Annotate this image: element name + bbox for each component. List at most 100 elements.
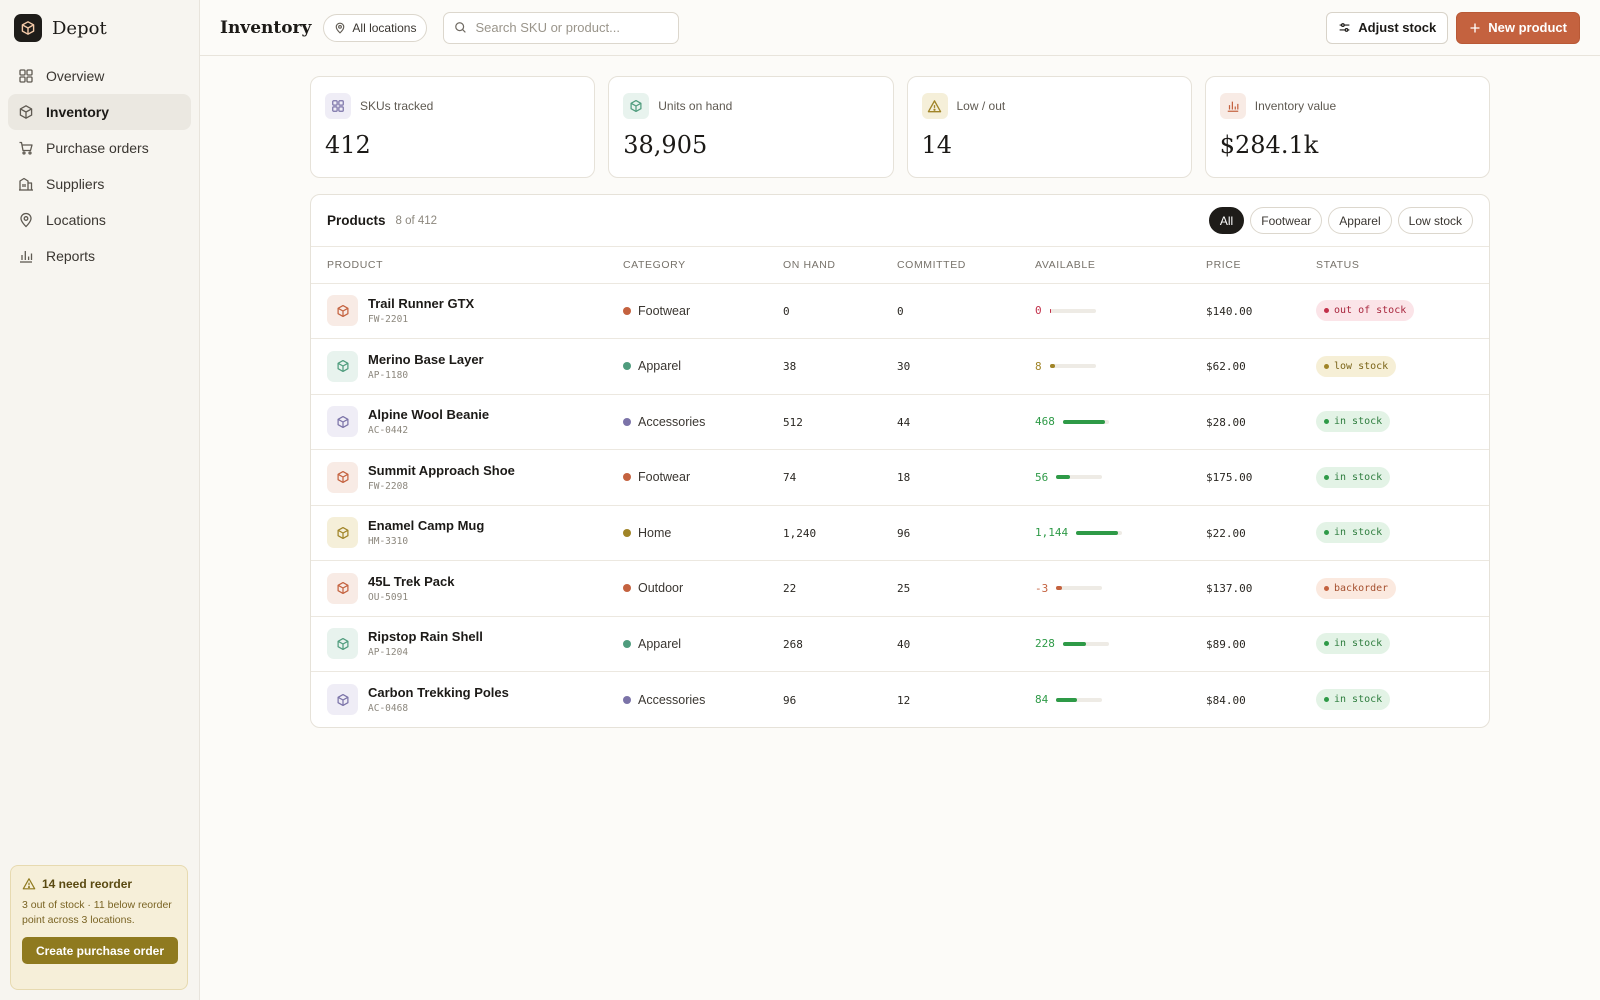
table-row[interactable]: Enamel Camp Mug HM-3310 Home 1,240 96 1,144 $2… (311, 505, 1489, 561)
table-row[interactable]: Alpine Wool Beanie AC-0442 Accessories 512 4… (311, 394, 1489, 450)
product-name[interactable]: Enamel Camp Mug (368, 518, 484, 533)
product-name[interactable]: Merino Base Layer (368, 352, 484, 367)
column-header-committed[interactable]: COMMITTED (897, 247, 1035, 284)
stat-card-value: Inventory value $284.1k (1204, 76, 1490, 178)
cell-category: Accessories (623, 672, 783, 728)
table-row[interactable]: Merino Base Layer AP-1180 Apparel 38 30 8 $62.… (311, 338, 1489, 395)
warning-icon (921, 93, 948, 119)
available-indicator: -3 (1035, 582, 1206, 595)
price-value: $28.00 (1206, 415, 1246, 429)
grid-icon (325, 93, 351, 119)
stat-card-low-out: Low / out 14 (906, 76, 1192, 178)
cell-available: -3 (1035, 560, 1206, 617)
filter-chip-low-stock[interactable]: Low stock (1397, 207, 1473, 234)
table-header-row: PRODUCT CATEGORY ON HAND COMMITTED AVAIL… (311, 247, 1489, 284)
product-info: Ripstop Rain Shell AP-1204 (327, 628, 623, 660)
status-badge: low stock (1316, 355, 1397, 377)
cell-on-hand: 512 (783, 394, 897, 450)
sidebar-item-suppliers[interactable]: Suppliers (8, 166, 191, 202)
cell-product: Merino Base Layer AP-1180 (311, 338, 623, 395)
cell-on-hand: 74 (783, 449, 897, 506)
available-bar (1049, 364, 1096, 369)
available-bar (1056, 697, 1103, 702)
column-header-status[interactable]: STATUS (1316, 247, 1489, 284)
cell-status: in stock (1316, 394, 1489, 450)
column-header-available[interactable]: AVAILABLE (1035, 247, 1206, 284)
sidebar-item-inventory[interactable]: Inventory (8, 94, 191, 130)
committed-value: 25 (897, 582, 911, 596)
sidebar-item-reports[interactable]: Reports (8, 238, 191, 274)
status-dot (1324, 641, 1329, 647)
available-bar (1062, 419, 1109, 424)
product-name[interactable]: Trail Runner GTX (368, 296, 474, 311)
sidebar-item-overview[interactable]: Overview (8, 58, 191, 94)
stat-card-skus: SKUs tracked 412 (310, 76, 596, 178)
create-purchase-order-button[interactable]: Create purchase order (22, 937, 178, 964)
available-indicator: 8 (1035, 360, 1206, 373)
category-label: Accessories (623, 693, 783, 707)
page-title: Inventory (220, 17, 312, 38)
sidebar-item-label: Purchase orders (46, 140, 149, 156)
cell-status: backorder (1316, 560, 1489, 617)
product-info: Enamel Camp Mug HM-3310 (327, 517, 623, 549)
cell-product: 45L Trek Pack OU-5091 (311, 560, 623, 617)
product-sku: HM-3310 (368, 536, 409, 548)
table-row[interactable]: Ripstop Rain Shell AP-1204 Apparel 268 40 228… (311, 616, 1489, 672)
category-label: Home (623, 526, 783, 540)
status-dot (1324, 585, 1329, 591)
category-dot (623, 417, 631, 426)
products-panel: Products 8 of 412 All Footwear Apparel L… (310, 194, 1490, 728)
sidebar-item-locations[interactable]: Locations (8, 202, 191, 238)
category-label: Footwear (623, 470, 783, 484)
category-text: Footwear (638, 470, 691, 485)
category-label: Accessories (623, 415, 783, 429)
sidebar-item-purchase-orders[interactable]: Purchase orders (8, 130, 191, 166)
product-name[interactable]: Carbon Trekking Poles (368, 685, 509, 700)
committed-value: 30 (897, 360, 911, 374)
table-row[interactable]: Carbon Trekking Poles AC-0468 Accessories 9… (311, 672, 1489, 728)
committed-value: 0 (897, 304, 904, 318)
sidebar-item-label: Suppliers (46, 176, 105, 192)
product-info: Trail Runner GTX FW-2201 (327, 295, 623, 327)
product-text: Alpine Wool Beanie AC-0442 (368, 407, 489, 436)
stat-head: Low / out (921, 93, 1177, 119)
table-row[interactable]: Summit Approach Shoe FW-2208 Footwear 74 18 5… (311, 449, 1489, 506)
available-indicator: 228 (1035, 637, 1206, 650)
stat-value: 38,905 (623, 131, 708, 159)
product-name[interactable]: Alpine Wool Beanie (368, 407, 489, 422)
box-icon (327, 295, 358, 327)
product-name[interactable]: Summit Approach Shoe (368, 463, 515, 478)
on-hand-value: 512 (783, 415, 803, 429)
column-header-on-hand[interactable]: ON HAND (783, 247, 897, 284)
search-input[interactable] (475, 20, 666, 35)
filter-chips: All Footwear Apparel Low stock (1208, 207, 1473, 234)
filter-chip-footwear[interactable]: Footwear (1250, 207, 1323, 234)
cell-product: Summit Approach Shoe FW-2208 (311, 449, 623, 506)
table-row[interactable]: Trail Runner GTX FW-2201 Footwear 0 0 0 $140.0… (311, 283, 1489, 339)
location-filter[interactable]: All locations (323, 13, 428, 42)
brand[interactable]: Depot (0, 0, 199, 56)
box-icon (19, 105, 33, 119)
column-header-category[interactable]: CATEGORY (623, 247, 783, 284)
cell-category: Apparel (623, 616, 783, 672)
product-name[interactable]: 45L Trek Pack (368, 574, 455, 589)
product-sku: AP-1180 (368, 369, 409, 381)
status-dot (1324, 308, 1329, 314)
cart-icon (19, 141, 33, 155)
table-row[interactable]: 45L Trek Pack OU-5091 Outdoor 22 25 -3 $137.00… (311, 560, 1489, 617)
status-text: out of stock (1334, 305, 1407, 317)
stat-value: 14 (921, 131, 953, 159)
category-dot (623, 528, 631, 537)
column-header-price[interactable]: PRICE (1206, 247, 1316, 284)
topbar: Inventory All locations Adjust stock New… (200, 0, 1600, 56)
filter-chip-apparel[interactable]: Apparel (1328, 207, 1392, 234)
new-product-button[interactable]: New product (1456, 11, 1580, 44)
status-badge: in stock (1316, 466, 1391, 488)
adjust-stock-button[interactable]: Adjust stock (1326, 11, 1449, 44)
bar-chart-icon (20, 251, 33, 263)
on-hand-value: 268 (783, 637, 803, 651)
filter-chip-all[interactable]: All (1208, 207, 1245, 234)
available-bar-fill (1049, 308, 1051, 313)
product-name[interactable]: Ripstop Rain Shell (368, 629, 483, 644)
column-header-product[interactable]: PRODUCT (311, 247, 623, 284)
